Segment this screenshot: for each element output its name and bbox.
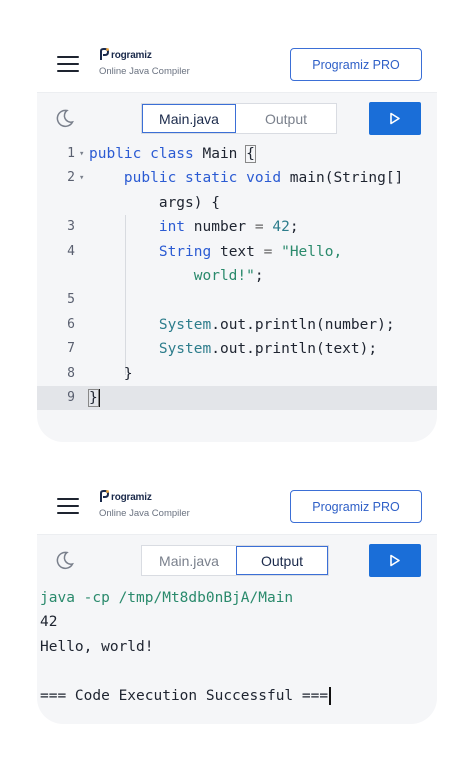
brand[interactable]: rogramiz Online Java Compiler: [99, 48, 190, 77]
moon-icon[interactable]: [55, 550, 75, 570]
line-number: 2: [67, 170, 75, 186]
programiz-pro-button[interactable]: Programiz PRO: [290, 490, 422, 523]
programiz-logo-icon: [100, 490, 110, 502]
code-line: 6 System.out.println(number);: [37, 313, 437, 337]
code-text: System.out.println(number);: [158, 316, 395, 333]
brand-name: rogramiz: [111, 50, 152, 61]
fold-arrow-icon[interactable]: ▾: [79, 142, 89, 166]
line-number: 3: [67, 219, 75, 235]
tab-main-java[interactable]: Main.java: [142, 546, 236, 575]
fold-arrow-icon[interactable]: ▾: [79, 166, 89, 190]
output-line: Hello, world!: [40, 638, 154, 655]
line-number: 5: [67, 292, 75, 308]
line-number: 6: [67, 316, 75, 332]
moon-icon[interactable]: [55, 108, 75, 128]
output-line: 42: [40, 614, 58, 631]
play-icon: [390, 554, 400, 567]
code-text: System.out.println(text);: [158, 341, 378, 358]
text-caret: [98, 388, 101, 407]
line-number: 4: [67, 243, 75, 259]
brand[interactable]: rogramiz Online Java Compiler: [99, 490, 190, 519]
code-text: }: [88, 386, 101, 410]
line-number: 9: [67, 389, 75, 405]
run-button[interactable]: [369, 544, 421, 577]
programiz-pro-button[interactable]: Programiz PRO: [290, 48, 422, 81]
run-button[interactable]: [369, 102, 421, 135]
code-line: 7 System.out.println(text);: [37, 337, 437, 361]
code-text: public class Main {: [89, 145, 256, 163]
hamburger-menu-icon[interactable]: [57, 498, 79, 514]
code-line: 3 int number = 42;: [37, 215, 437, 239]
code-line: 4 String text = "Hello,: [37, 240, 437, 264]
code-text: args) {: [158, 194, 220, 211]
code-text: public static void main(String[]: [123, 170, 404, 187]
text-caret: [329, 686, 331, 705]
output-command: java -cp /tmp/Mt8db0nBjA/Main: [40, 590, 294, 606]
code-line-wrap: args) {: [37, 191, 437, 215]
brand-subtitle: Online Java Compiler: [99, 66, 190, 77]
hamburger-menu-icon[interactable]: [57, 56, 79, 72]
code-text: String text = "Hello,: [158, 243, 343, 260]
code-line-active: 9 }: [37, 385, 437, 411]
line-number: 1: [67, 146, 75, 161]
play-icon: [390, 112, 400, 125]
toolbar: Main.java Output: [37, 92, 437, 142]
output-console[interactable]: java -cp /tmp/Mt8db0nBjA/Main 42 Hello, …: [37, 584, 437, 724]
code-text: world!";: [193, 267, 264, 284]
file-tabs: Main.java Output: [141, 545, 329, 576]
brand-name: rogramiz: [111, 492, 152, 503]
toolbar: Main.java Output: [37, 534, 437, 584]
code-line: 5: [37, 288, 437, 312]
output-screen: rogramiz Online Java Compiler Programiz …: [37, 478, 437, 724]
code-line: 8 }: [37, 362, 437, 386]
editor-screen: rogramiz Online Java Compiler Programiz …: [37, 36, 437, 442]
brand-logo: rogramiz: [99, 48, 190, 61]
app-header: rogramiz Online Java Compiler Programiz …: [37, 36, 437, 92]
code-line-wrap: world!";: [37, 264, 437, 288]
tab-output[interactable]: Output: [236, 104, 336, 133]
line-number: 7: [67, 341, 75, 357]
tab-main-java[interactable]: Main.java: [142, 104, 236, 133]
code-text: }: [123, 365, 133, 382]
tab-output[interactable]: Output: [236, 546, 328, 575]
brand-logo: rogramiz: [99, 490, 190, 503]
code-editor[interactable]: 1 ▾ public class Main { 2 ▾ public stati…: [37, 142, 437, 442]
code-line: 2 ▾ public static void main(String[]: [37, 166, 437, 190]
line-number: 8: [67, 365, 75, 381]
app-header: rogramiz Online Java Compiler Programiz …: [37, 478, 437, 534]
code-text: int number = 42;: [158, 219, 299, 236]
file-tabs: Main.java Output: [141, 103, 337, 134]
output-success-line: === Code Execution Successful ===: [40, 684, 437, 708]
code-line: 1 ▾ public class Main {: [37, 142, 437, 166]
brand-subtitle: Online Java Compiler: [99, 508, 190, 519]
programiz-logo-icon: [100, 48, 110, 60]
